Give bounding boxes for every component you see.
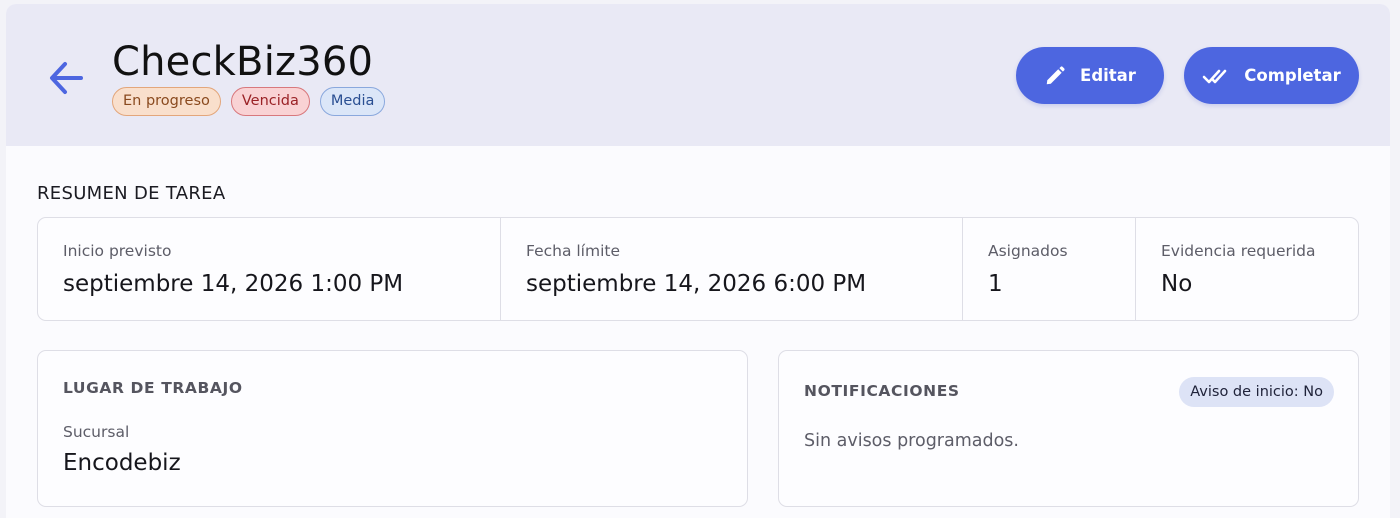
notifications-empty-text: Sin avisos programados. — [804, 431, 1019, 451]
deadline-value: septiembre 14, 2026 6:00 PM — [526, 271, 867, 297]
edit-button-label: Editar — [1080, 66, 1136, 85]
edit-button[interactable]: Editar — [1016, 47, 1164, 104]
start-notice-badge: Aviso de inicio: No — [1179, 377, 1334, 407]
back-button[interactable] — [44, 56, 88, 100]
evidence-cell: Evidencia requerida No — [1136, 218, 1358, 320]
arrow-left-icon — [50, 62, 83, 94]
complete-button[interactable]: Completar — [1184, 47, 1359, 104]
page-title: CheckBiz360 — [112, 39, 374, 85]
assigned-cell: Asignados 1 — [963, 218, 1136, 320]
double-check-icon — [1202, 69, 1227, 83]
evidence-value: No — [1161, 271, 1193, 297]
start-date-cell: Inicio previsto septiembre 14, 2026 1:00… — [38, 218, 501, 320]
workplace-title: LUGAR DE TRABAJO — [63, 379, 243, 397]
branch-value: Encodebiz — [63, 450, 181, 476]
deadline-label: Fecha límite — [526, 242, 621, 260]
status-badges: En progreso Vencida Media — [112, 87, 386, 116]
notifications-title: NOTIFICACIONES — [804, 382, 960, 400]
priority-badge: Media — [319, 87, 386, 116]
assigned-label: Asignados — [988, 242, 1068, 260]
start-date-value: septiembre 14, 2026 1:00 PM — [63, 271, 404, 297]
task-detail-page: CheckBiz360 En progreso Vencida Media Ed… — [6, 4, 1390, 518]
assigned-value: 1 — [988, 271, 1003, 297]
status-badge: En progreso — [112, 87, 221, 116]
pencil-icon — [1046, 65, 1065, 84]
workplace-card: LUGAR DE TRABAJO Sucursal Encodebiz — [37, 350, 748, 507]
start-date-label: Inicio previsto — [63, 242, 172, 260]
summary-section-title: RESUMEN DE TAREA — [37, 183, 226, 204]
task-summary-grid: Inicio previsto septiembre 14, 2026 1:00… — [37, 217, 1359, 321]
evidence-label: Evidencia requerida — [1161, 242, 1316, 260]
branch-label: Sucursal — [63, 423, 130, 441]
notifications-card: NOTIFICACIONES Aviso de inicio: No Sin a… — [778, 350, 1359, 507]
deadline-cell: Fecha límite septiembre 14, 2026 6:00 PM — [501, 218, 963, 320]
overdue-badge: Vencida — [230, 87, 310, 116]
complete-button-label: Completar — [1244, 66, 1341, 85]
task-header: CheckBiz360 En progreso Vencida Media Ed… — [6, 4, 1390, 146]
